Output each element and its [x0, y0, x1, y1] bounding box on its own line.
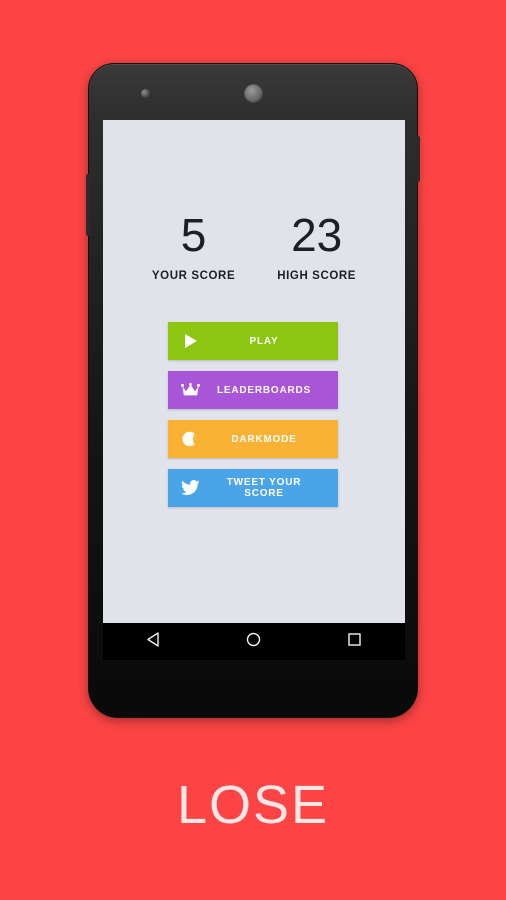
circle-icon — [245, 631, 262, 653]
recents-key[interactable] — [334, 623, 376, 660]
game-screen: 5 YOUR SCORE 23 HIGH SCORE PLAY LEADERBO… — [103, 120, 405, 623]
leaderboards-button[interactable]: LEADERBOARDS — [168, 371, 338, 409]
crown-icon — [168, 382, 212, 398]
front-camera-icon — [141, 89, 150, 98]
phone-device: 5 YOUR SCORE 23 HIGH SCORE PLAY LEADERBO… — [86, 63, 420, 718]
your-score-value: 5 — [180, 209, 207, 261]
play-button[interactable]: PLAY — [168, 322, 338, 360]
high-score-block: 23 HIGH SCORE — [277, 212, 356, 282]
power-button[interactable] — [416, 136, 420, 182]
high-score-label: HIGH SCORE — [277, 270, 357, 282]
home-key[interactable] — [233, 623, 275, 660]
phone-screen: 5 YOUR SCORE 23 HIGH SCORE PLAY LEADERBO… — [103, 120, 405, 660]
your-score-label: YOUR SCORE — [151, 270, 236, 282]
twitter-icon — [168, 480, 212, 496]
darkmode-button[interactable]: DARKMODE — [168, 420, 338, 458]
moon-icon — [168, 430, 212, 448]
lose-caption: LOSE — [176, 775, 330, 835]
score-panel: 5 YOUR SCORE 23 HIGH SCORE — [103, 212, 405, 282]
square-icon — [346, 631, 363, 653]
earpiece-speaker-icon — [244, 84, 263, 103]
android-navbar — [103, 623, 405, 660]
tweet-score-button[interactable]: TWEET YOUR SCORE — [168, 469, 338, 507]
leaderboards-button-label: LEADERBOARDS — [216, 384, 312, 396]
back-key[interactable] — [132, 623, 174, 660]
triangle-left-icon — [145, 631, 162, 653]
play-icon — [168, 333, 212, 349]
tweet-score-button-label: TWEET YOUR SCORE — [226, 477, 302, 499]
play-button-label: PLAY — [249, 335, 279, 347]
menu-button-list: PLAY LEADERBOARDS DARKMODE TWEET YOUR SC… — [168, 322, 338, 518]
your-score-block: 5 YOUR SCORE — [152, 212, 235, 282]
volume-rocker[interactable] — [86, 174, 90, 236]
high-score-value: 23 — [291, 209, 343, 261]
darkmode-button-label: DARKMODE — [231, 433, 297, 445]
